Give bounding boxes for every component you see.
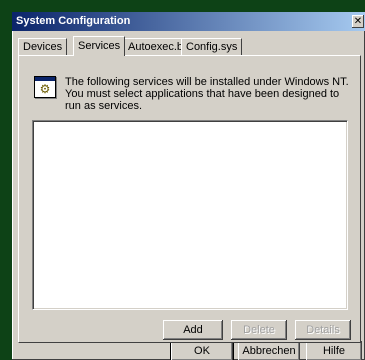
services-description: The following services will be installed… [65,76,349,112]
close-icon[interactable]: ✕ [352,15,364,28]
desktop: System Configuration ✕ Devices Services … [0,0,365,360]
window-title: System Configuration [16,15,131,27]
ok-button[interactable]: OK [171,341,233,360]
tab-services[interactable]: Services [73,36,126,56]
title-bar: System Configuration ✕ [12,12,365,31]
services-list[interactable] [32,120,348,310]
cancel-button[interactable]: Abbrechen [238,341,300,360]
system-configuration-window: System Configuration ✕ Devices Services … [12,12,365,360]
services-gear-icon: ⚙ [34,76,56,98]
tab-devices[interactable]: Devices [18,38,68,55]
add-button[interactable]: Add [163,320,223,340]
help-button[interactable]: Hilfe [306,341,362,360]
details-button[interactable]: Details [295,320,351,340]
tab-config-sys[interactable]: Config.sys [181,38,243,55]
services-panel: ⚙ The following services will be install… [18,55,361,343]
delete-button[interactable]: Delete [231,320,287,340]
